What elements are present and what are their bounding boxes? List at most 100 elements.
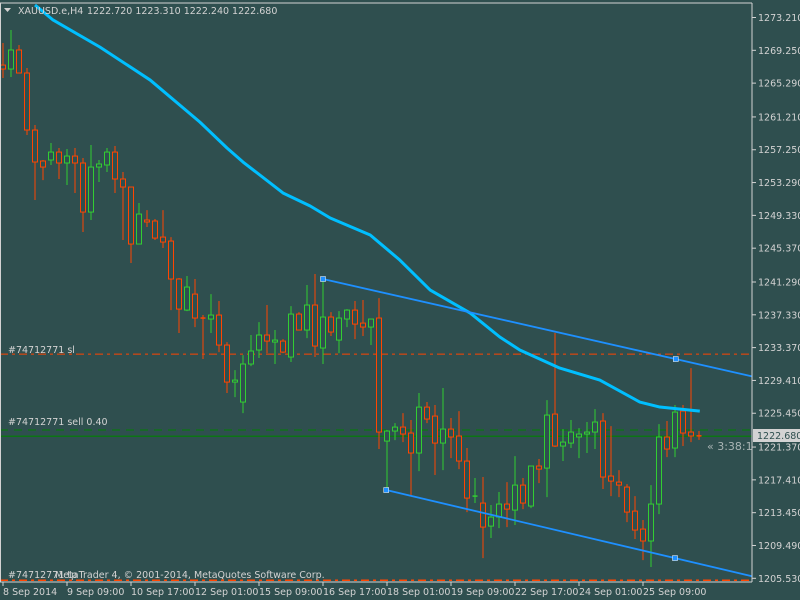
candle-body	[432, 415, 438, 444]
price-tick-label: 1253.290	[758, 178, 800, 189]
channel-lower-line	[385, 489, 753, 578]
candle-body	[392, 426, 398, 432]
candle-body	[512, 484, 518, 511]
candle-body	[680, 410, 686, 434]
candle-body	[440, 428, 446, 444]
candle-body	[592, 421, 598, 433]
moving-average-line	[34, 3, 700, 413]
time-tick-label: 12 Sep 01:00	[195, 587, 258, 598]
price-tick-label: 1249.330	[758, 211, 800, 222]
candle-body	[400, 426, 406, 435]
channel-anchor-handle[interactable]	[673, 356, 679, 362]
candle-body	[640, 528, 646, 542]
channel-anchor-handle[interactable]	[383, 487, 389, 493]
price-tick-label: 1237.330	[758, 310, 800, 321]
candle-body	[32, 129, 38, 163]
time-tick-label: 18 Sep 01:00	[387, 587, 450, 598]
price-tick-label: 1257.250	[758, 145, 800, 156]
candle-body	[424, 406, 430, 420]
symbol-label: XAUUSD.e,H4	[18, 6, 83, 17]
candle-body	[88, 166, 94, 213]
price-tick-label: 1225.450	[758, 409, 800, 420]
candle-body	[352, 309, 358, 325]
candle-body	[24, 72, 30, 131]
candle-body	[536, 465, 542, 470]
candle-body	[96, 163, 102, 168]
candle-body	[288, 313, 294, 358]
time-tick-label: 9 Sep 09:00	[67, 587, 124, 598]
candle-body	[376, 317, 382, 433]
time-tick-label: 10 Sep 17:00	[131, 587, 194, 598]
channel-anchor-handle[interactable]	[320, 276, 326, 282]
price-tick-label: 1205.530	[758, 574, 800, 585]
candle-body	[48, 151, 54, 161]
price-tick-label: 1269.250	[758, 46, 800, 57]
candle-body	[560, 441, 566, 447]
price-tick-label: 1213.450	[758, 508, 800, 519]
candle-body	[632, 510, 638, 531]
candle-body	[488, 516, 494, 527]
candle-body	[280, 340, 286, 353]
channel-anchor-handle[interactable]	[672, 555, 678, 561]
candle-body	[80, 162, 86, 213]
candle-body	[496, 503, 502, 518]
price-tick-label: 1221.370	[758, 443, 800, 454]
candle-body	[264, 334, 270, 342]
candle-body	[168, 240, 174, 280]
ohlc-readout: 1222.720 1223.310 1222.240 1222.680	[87, 6, 277, 17]
candle-body	[416, 406, 422, 454]
candle-body	[184, 286, 190, 311]
candle-body	[56, 151, 62, 164]
time-tick-label: 22 Sep 17:00	[515, 587, 578, 598]
channel-upper-line	[322, 278, 753, 378]
time-tick-label: 19 Sep 09:00	[451, 587, 514, 598]
time-tick-label: 8 Sep 2014	[3, 587, 57, 598]
candle-body	[296, 313, 302, 331]
candle-body	[504, 503, 510, 510]
candle-body	[128, 186, 134, 245]
candle-body	[336, 317, 342, 341]
price-tick-label: 1265.290	[758, 79, 800, 90]
candle-body	[72, 155, 78, 164]
candle-body	[520, 484, 526, 504]
time-tick-label: 16 Sep 17:00	[323, 587, 386, 598]
price-tick-label: 1241.290	[758, 277, 800, 288]
candle-body	[384, 430, 390, 442]
candle-body	[456, 435, 462, 462]
candle-body	[0, 64, 6, 70]
price-chart[interactable]: 1273.210 1269.250 1265.290 1261.210 1257.250…	[0, 0, 800, 600]
candle-body	[368, 318, 374, 328]
candle-body	[224, 344, 230, 383]
candle-body	[648, 503, 654, 542]
candle-body	[240, 363, 246, 403]
candle-body	[16, 49, 22, 74]
candle-body	[360, 322, 366, 328]
candle-body	[672, 411, 678, 449]
candle-body	[664, 436, 670, 450]
candle-body	[136, 213, 142, 245]
candle-body	[448, 428, 454, 438]
price-tick-label: 1273.210	[758, 13, 800, 24]
candle-body	[552, 413, 558, 447]
bar-countdown: « 3:38:1	[707, 440, 753, 453]
triangle-down-icon[interactable]	[4, 8, 11, 12]
candle-body	[584, 431, 590, 435]
candle-body	[480, 502, 486, 528]
sl-order-label: #74712771 sl	[8, 345, 75, 356]
candle-body	[600, 420, 606, 478]
candle-body	[40, 160, 46, 168]
price-tick-label: 1229.410	[758, 376, 800, 387]
candle-body	[568, 431, 574, 444]
candle-body	[192, 293, 198, 319]
candle-body	[152, 220, 158, 239]
price-tick-label: 1233.370	[758, 343, 800, 354]
candle-body	[616, 481, 622, 486]
candle-body	[312, 304, 318, 347]
time-tick-label: 24 Sep 01:00	[579, 587, 642, 598]
price-tick-label: 1261.210	[758, 112, 800, 123]
candle-body	[160, 236, 166, 243]
candle-body	[272, 339, 278, 343]
candle-body	[656, 436, 662, 505]
candle-body	[320, 316, 326, 349]
candle-body	[64, 155, 70, 164]
